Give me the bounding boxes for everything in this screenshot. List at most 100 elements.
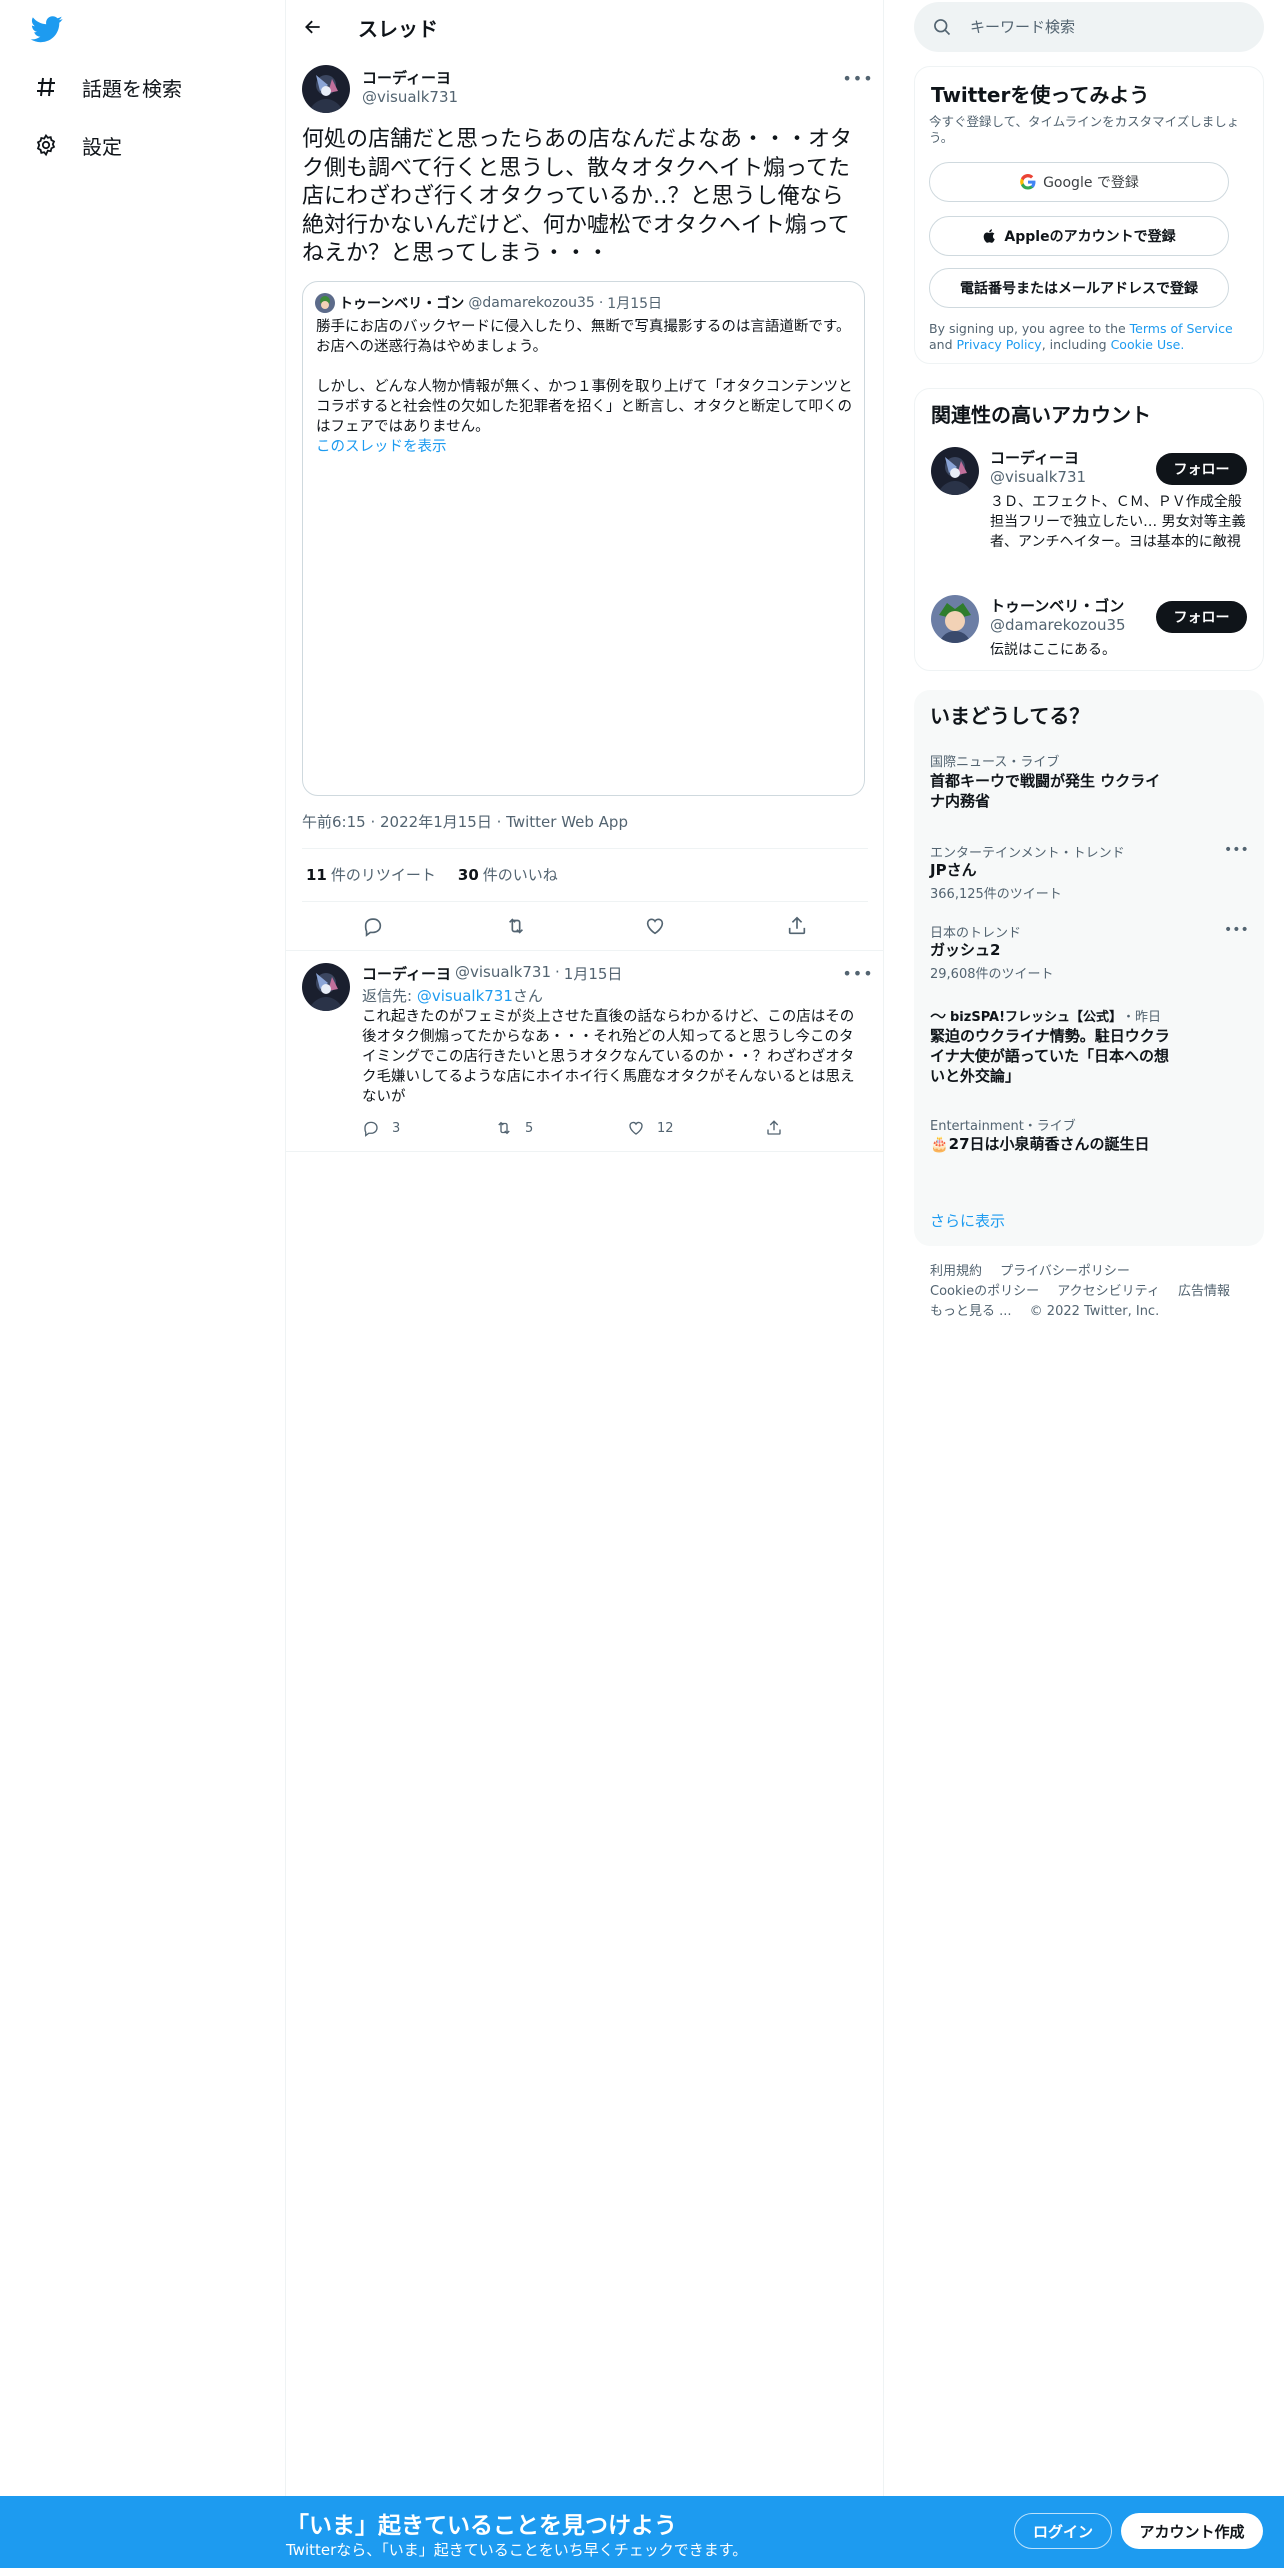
search-icon (934, 19, 951, 36)
like-count-link[interactable]: 30 件のいいね (458, 864, 558, 885)
more-options-icon[interactable]: ••• (842, 961, 872, 985)
twitter-logo-icon[interactable] (30, 13, 64, 45)
cookie-use-link[interactable]: Cookie Use. (1111, 337, 1185, 352)
trend-count: 366,125件のツイート (930, 887, 1062, 902)
phone-email-signup-button[interactable]: 電話番号またはメールアドレスで登録 (929, 268, 1229, 308)
privacy-policy-link[interactable]: Privacy Policy (957, 337, 1042, 352)
terms-text: By signing up, you agree to the (929, 321, 1126, 336)
sidebar-item-label: 設定 (82, 134, 122, 159)
tweet-time[interactable]: 午前6:15 (302, 813, 366, 831)
avatar[interactable] (302, 963, 350, 1011)
gear-icon (32, 131, 60, 159)
related-accounts-card: 関連性の高いアカウント コーディーヨ @visualk731 ３Ｄ、エフェクト、… (914, 388, 1264, 671)
reply-to-handle-link[interactable]: @visualk731 (417, 987, 513, 1005)
search-box[interactable] (914, 2, 1264, 52)
login-button[interactable]: ログイン (1014, 2513, 1112, 2549)
signup-terms: By signing up, you agree to the Terms of… (929, 321, 1254, 353)
retweet-button[interactable]: 5 (495, 1119, 533, 1137)
trend-count: 29,608件のツイート (930, 967, 1054, 982)
tweet-date[interactable]: 2022年1月15日 (380, 813, 492, 831)
follow-button[interactable]: フォロー (1156, 601, 1247, 633)
back-button[interactable] (298, 12, 328, 42)
trend-name: JPさん (930, 861, 977, 879)
footer-accessibility-link[interactable]: アクセシビリティ (1057, 1284, 1160, 1299)
google-signup-button[interactable]: Google で登録 (929, 162, 1229, 202)
terms-text: , including (1041, 337, 1107, 352)
like-label: 件のいいね (482, 866, 558, 884)
divider (302, 901, 868, 902)
reply-count: 3 (392, 1120, 401, 1136)
avatar[interactable] (931, 595, 979, 643)
share-button[interactable] (765, 1119, 795, 1137)
retweet-icon[interactable] (501, 911, 531, 941)
show-thread-link[interactable]: このスレッドを表示 (316, 437, 856, 457)
footer-ads-link[interactable]: 広告情報 (1178, 1284, 1230, 1299)
trend-name: 首都キーウで戦闘が発生 ウクライナ内務省 (930, 772, 1161, 810)
like-icon[interactable] (640, 911, 670, 941)
reply-icon[interactable] (358, 911, 388, 941)
sidebar-item-explore[interactable]: 話題を検索 (32, 67, 182, 107)
trend-name: ガッシュ2 (930, 941, 1001, 959)
tweet-author: コーディーヨ @visualk731 (362, 67, 458, 106)
related-handle: @visualk731 (990, 468, 1087, 486)
follow-button[interactable]: フォロー (1156, 453, 1247, 485)
signup-button[interactable]: アカウント作成 (1121, 2513, 1263, 2549)
footer-privacy-link[interactable]: プライバシーポリシー (1000, 1264, 1130, 1279)
terms-of-service-link[interactable]: Terms of Service (1130, 321, 1233, 336)
like-count: 12 (657, 1120, 674, 1136)
quoted-tweet[interactable]: トゥーンベリ・ゴン @damarekozou35 · 1月15日 勝手にお店のバ… (302, 281, 865, 796)
tweet-text: 何処の店舗だと思ったらあの店なんだよなあ・・・オタク側も調べて行くと思うし、散々… (302, 127, 853, 266)
tweet-source: Twitter Web App (506, 813, 628, 831)
arrow-left-icon (305, 20, 320, 34)
reply-author-handle[interactable]: @visualk731 (455, 963, 551, 984)
reply-author-name[interactable]: コーディーヨ (362, 963, 451, 984)
signup-title: Twitterを使ってみよう (931, 83, 1150, 107)
quote-body: 勝手にお店のバックヤードに侵入したり、無断で写真撮影するのは言語道断です。お店へ… (316, 317, 856, 457)
publisher-logo-icon (930, 1013, 946, 1018)
footer-terms-link[interactable]: 利用規約 (930, 1264, 982, 1279)
footer-more-link[interactable]: もっと見る ... (930, 1304, 1012, 1319)
trend-category: 日本のトレンド (930, 926, 1022, 941)
apple-signup-label: Appleのアカウントで登録 (1004, 229, 1176, 245)
reply-date[interactable]: 1月15日 (564, 963, 623, 984)
dot-separator: · (555, 963, 560, 981)
like-button[interactable]: 12 (627, 1119, 674, 1137)
related-bio: ３Ｄ、エフェクト、ＣＭ、ＰＶ作成全般担当フリーで独立したい… 男女対等主義者、ア… (990, 494, 1246, 550)
like-icon (629, 1121, 643, 1135)
show-more-link[interactable]: さらに表示 (930, 1210, 1005, 1231)
retweet-count-link[interactable]: 11 件のリツイート (306, 864, 436, 885)
reply-button[interactable]: 3 (362, 1119, 400, 1137)
replying-to: 返信先: @visualk731さん (362, 985, 543, 1006)
terms-text: and (929, 337, 953, 352)
sidebar-item-settings[interactable]: 設定 (32, 125, 122, 165)
footer-cookie-link[interactable]: Cookieのポリシー (930, 1284, 1039, 1299)
signup-card: Twitterを使ってみよう 今すぐ登録して、タイムラインをカスタマイズしましょ… (914, 66, 1264, 364)
related-handle: @damarekozou35 (990, 616, 1126, 634)
trend-category: bizSPA!フレッシュ【公式】 ・昨日 (930, 1006, 1161, 1025)
share-icon[interactable] (782, 911, 812, 941)
avatar[interactable] (302, 65, 350, 113)
reply-tweet[interactable]: コーディーヨ @visualk731 · 1月15日 ••• 返信先: @vis… (286, 950, 884, 1152)
quote-paragraph: しかし、どんな人物か情報が無く、かつ１事例を取り上げて「オタクコンテンツとコラボ… (316, 379, 853, 435)
quote-paragraph: 勝手にお店のバックヤードに侵入したり、無断で写真撮影するのは言語道断です。お店へ… (316, 319, 851, 355)
login-banner: 「いま」起きていることを見つけよう Twitterなら、「いま」起きていることを… (0, 2496, 1284, 2568)
trend-time: ・昨日 (1122, 1010, 1162, 1025)
more-options-icon[interactable]: ••• (1224, 842, 1249, 858)
related-title: 関連性の高いアカウント (931, 403, 1151, 427)
avatar[interactable] (931, 447, 979, 495)
main-column: スレッド コーディーヨ @visualk731 ••• 何処の店舗だと思ったらあ… (286, 0, 884, 2568)
more-options-icon[interactable]: ••• (842, 66, 872, 90)
search-input[interactable] (970, 2, 1250, 52)
author-name[interactable]: コーディーヨ (362, 67, 458, 88)
apple-signup-button[interactable]: Appleのアカウントで登録 (929, 216, 1229, 256)
author-handle[interactable]: @visualk731 (362, 88, 458, 106)
trend-category: 国際ニュース・ライブ (930, 755, 1060, 770)
trend-name: 緊迫のウクライナ情勢。駐日ウクライナ大使が語っていた「日本への想いと外交論」 (930, 1027, 1170, 1085)
banner-title: 「いま」起きていることを見つけよう (286, 2513, 677, 2539)
reply-header: コーディーヨ @visualk731 · 1月15日 (362, 963, 622, 984)
more-options-icon[interactable]: ••• (1224, 922, 1249, 938)
share-icon (767, 1120, 781, 1135)
footer-copyright: © 2022 Twitter, Inc. (1029, 1304, 1160, 1319)
quote-author-name: トゥーンベリ・ゴン (339, 296, 465, 312)
hashtag-icon (32, 73, 60, 101)
